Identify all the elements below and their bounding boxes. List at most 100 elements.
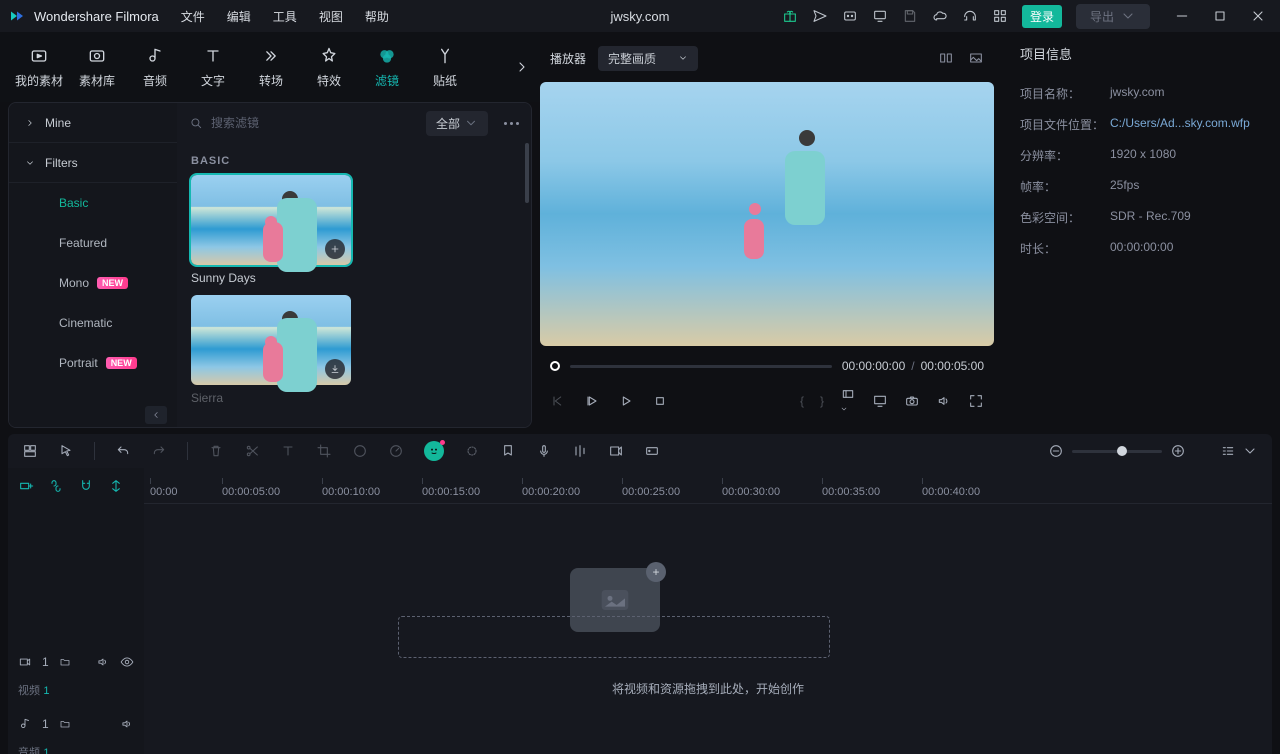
scrollbar-thumb[interactable] bbox=[525, 143, 529, 203]
folder-icon[interactable] bbox=[59, 718, 71, 730]
login-button[interactable]: 登录 bbox=[1022, 5, 1062, 28]
mute-icon[interactable] bbox=[96, 655, 110, 669]
volume-icon[interactable] bbox=[936, 393, 952, 409]
headset-icon[interactable] bbox=[962, 8, 978, 24]
play-loop-button[interactable] bbox=[584, 393, 600, 409]
snap-icon[interactable] bbox=[108, 478, 124, 494]
export-button[interactable]: 导出 bbox=[1076, 4, 1150, 29]
playhead-icon[interactable] bbox=[550, 361, 560, 371]
tab-effect[interactable]: 特效 bbox=[300, 46, 358, 89]
info-value-link[interactable]: C:/Users/Ad...sky.com.wfp bbox=[1110, 116, 1250, 133]
drop-zone[interactable] bbox=[398, 616, 830, 658]
record-icon[interactable] bbox=[644, 443, 660, 459]
sidebar-item-cinematic[interactable]: Cinematic bbox=[9, 303, 177, 343]
search-input[interactable] bbox=[211, 116, 418, 130]
tab-text[interactable]: 文字 bbox=[184, 46, 242, 89]
zoom-slider[interactable] bbox=[1072, 450, 1162, 453]
timeline-ruler[interactable]: 00:00 00:00:05:00 00:00:10:00 00:00:15:0… bbox=[144, 468, 1272, 504]
snapshot-icon[interactable] bbox=[904, 393, 920, 409]
timeline-canvas[interactable]: + 将视频和资源拖拽到此处，开始创作 bbox=[144, 504, 1272, 754]
zoom-in-icon[interactable] bbox=[1170, 443, 1186, 459]
tab-sticker[interactable]: 贴纸 bbox=[416, 46, 474, 89]
speed-icon[interactable] bbox=[388, 443, 404, 459]
collapse-sidebar-button[interactable] bbox=[145, 406, 167, 424]
prev-frame-button[interactable] bbox=[550, 393, 566, 409]
message-icon[interactable] bbox=[842, 8, 858, 24]
preview-canvas[interactable] bbox=[540, 82, 994, 346]
download-filter-icon[interactable] bbox=[325, 359, 345, 379]
ruler-mark: 00:00:25:00 bbox=[622, 478, 680, 498]
filter-thumb-sierra[interactable]: Sierra bbox=[191, 295, 351, 405]
display-icon[interactable] bbox=[872, 393, 888, 409]
link-icon[interactable] bbox=[48, 478, 64, 494]
fullscreen-icon[interactable] bbox=[968, 393, 984, 409]
compare-view-icon[interactable] bbox=[938, 50, 954, 66]
timeline-toolbar bbox=[8, 434, 1272, 468]
menu-tools[interactable]: 工具 bbox=[273, 8, 297, 25]
save-icon[interactable] bbox=[902, 8, 918, 24]
tabs-scroll-right-icon[interactable] bbox=[514, 59, 530, 75]
sidebar-item-featured[interactable]: Featured bbox=[9, 223, 177, 263]
track-list-mode[interactable] bbox=[1220, 443, 1258, 459]
redo-icon[interactable] bbox=[151, 443, 167, 459]
sidebar-item-portrait[interactable]: PortraitNEW bbox=[9, 343, 177, 383]
add-track-icon[interactable] bbox=[18, 478, 34, 494]
add-media-icon[interactable]: + bbox=[646, 562, 666, 582]
sidebar-item-basic[interactable]: Basic bbox=[9, 183, 177, 223]
mic-icon[interactable] bbox=[536, 443, 552, 459]
layout-icon[interactable] bbox=[22, 443, 38, 459]
zoom-out-icon[interactable] bbox=[1048, 443, 1064, 459]
cloud-icon[interactable] bbox=[932, 8, 948, 24]
preview-label: 播放器 bbox=[550, 50, 586, 67]
bracket-left-icon[interactable]: { bbox=[800, 394, 804, 408]
tab-transition[interactable]: 转场 bbox=[242, 46, 300, 89]
filter-thumb-sunny-days[interactable]: Sunny Days bbox=[191, 175, 351, 285]
gift-icon[interactable] bbox=[782, 8, 798, 24]
color-icon[interactable] bbox=[352, 443, 368, 459]
menu-file[interactable]: 文件 bbox=[181, 8, 205, 25]
preview-scrubber[interactable] bbox=[570, 365, 832, 368]
ai-button[interactable] bbox=[424, 441, 444, 461]
aspect-icon[interactable] bbox=[840, 386, 856, 416]
keyframe-icon[interactable] bbox=[464, 443, 480, 459]
maximize-button[interactable] bbox=[1206, 2, 1234, 30]
share-icon[interactable] bbox=[608, 443, 624, 459]
sidebar-group-filters[interactable]: Filters bbox=[9, 143, 177, 183]
send-icon[interactable] bbox=[812, 8, 828, 24]
menu-edit[interactable]: 编辑 bbox=[227, 8, 251, 25]
mute-icon[interactable] bbox=[120, 717, 134, 731]
tab-stock[interactable]: 素材库 bbox=[68, 46, 126, 89]
apps-icon[interactable] bbox=[992, 8, 1008, 24]
audio-track-header[interactable]: 1 bbox=[8, 704, 144, 744]
text-tool-icon[interactable] bbox=[280, 443, 296, 459]
magnet-icon[interactable] bbox=[78, 478, 94, 494]
video-track-header[interactable]: 1 bbox=[8, 642, 144, 682]
menu-view[interactable]: 视图 bbox=[319, 8, 343, 25]
tab-filter[interactable]: 滤镜 bbox=[358, 46, 416, 89]
delete-icon[interactable] bbox=[208, 443, 224, 459]
pointer-icon[interactable] bbox=[58, 443, 74, 459]
bracket-right-icon[interactable]: } bbox=[820, 394, 824, 408]
stop-button[interactable] bbox=[652, 393, 668, 409]
quality-dropdown[interactable]: 完整画质 bbox=[598, 46, 698, 71]
minimize-button[interactable] bbox=[1168, 2, 1196, 30]
undo-icon[interactable] bbox=[115, 443, 131, 459]
marker-icon[interactable] bbox=[500, 443, 516, 459]
folder-icon[interactable] bbox=[59, 656, 71, 668]
more-options-icon[interactable] bbox=[504, 122, 519, 125]
play-button[interactable] bbox=[618, 393, 634, 409]
sidebar-group-mine[interactable]: Mine bbox=[9, 103, 177, 143]
sidebar-item-mono[interactable]: MonoNEW bbox=[9, 263, 177, 303]
filter-all-dropdown[interactable]: 全部 bbox=[426, 111, 488, 136]
image-view-icon[interactable] bbox=[968, 50, 984, 66]
monitor-icon[interactable] bbox=[872, 8, 888, 24]
audio-mix-icon[interactable] bbox=[572, 443, 588, 459]
crop-icon[interactable] bbox=[316, 443, 332, 459]
tab-my-media[interactable]: 我的素材 bbox=[10, 46, 68, 89]
close-button[interactable] bbox=[1244, 2, 1272, 30]
visibility-icon[interactable] bbox=[120, 655, 134, 669]
tab-audio[interactable]: 音频 bbox=[126, 46, 184, 89]
add-filter-icon[interactable] bbox=[325, 239, 345, 259]
cut-icon[interactable] bbox=[244, 443, 260, 459]
menu-help[interactable]: 帮助 bbox=[365, 8, 389, 25]
